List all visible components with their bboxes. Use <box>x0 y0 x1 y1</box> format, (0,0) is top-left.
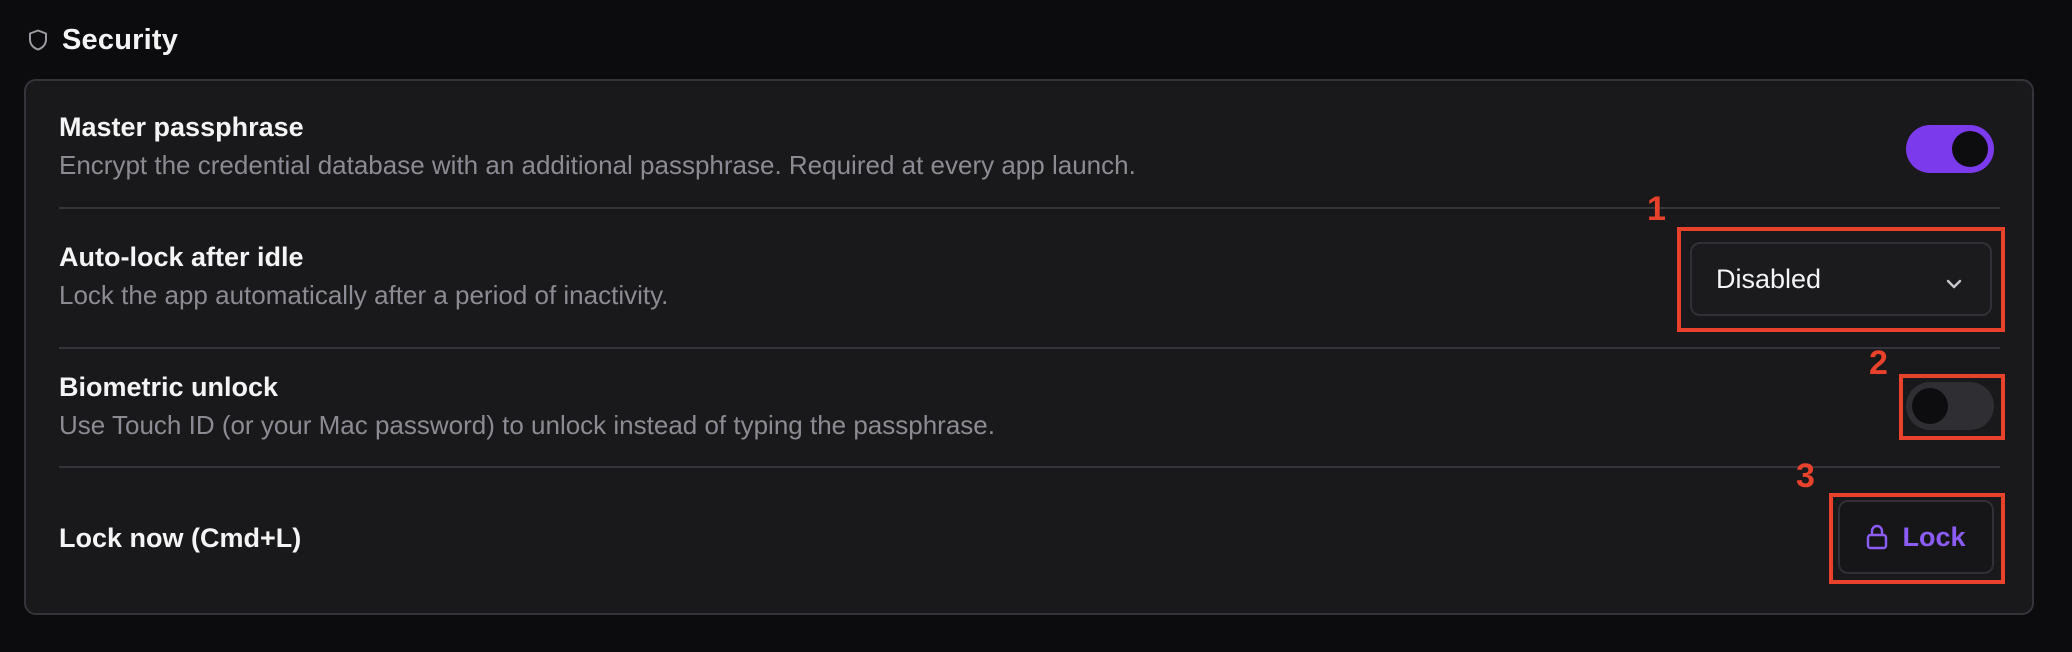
toggle-knob <box>1952 131 1988 167</box>
setting-description: Encrypt the credential database with an … <box>59 150 1136 180</box>
setting-title: Lock now (Cmd+L) <box>59 523 302 553</box>
divider <box>59 347 2000 349</box>
annotation-box-2 <box>1899 374 2005 440</box>
annotation-number-3: 3 <box>1796 457 1815 495</box>
setting-row-lock-now: Lock now (Cmd+L) <box>59 522 2000 554</box>
annotation-box-3 <box>1829 493 2005 584</box>
annotation-number-1: 1 <box>1647 190 1666 228</box>
setting-row-master-passphrase: Master passphrase Encrypt the credential… <box>59 111 2000 181</box>
setting-title: Biometric unlock <box>59 372 279 402</box>
master-passphrase-toggle[interactable] <box>1906 125 1994 173</box>
security-settings-card: Master passphrase Encrypt the credential… <box>24 79 2034 615</box>
divider <box>59 207 2000 209</box>
divider <box>59 466 2000 468</box>
annotation-number-2: 2 <box>1869 344 1888 382</box>
shield-icon <box>26 28 50 52</box>
annotation-box-1 <box>1677 227 2005 332</box>
section-header: Security <box>26 20 178 60</box>
setting-description: Use Touch ID (or your Mac password) to u… <box>59 410 995 440</box>
section-title: Security <box>62 23 179 56</box>
setting-title: Master passphrase <box>59 112 304 142</box>
setting-row-biometric: Biometric unlock Use Touch ID (or your M… <box>59 371 2000 441</box>
